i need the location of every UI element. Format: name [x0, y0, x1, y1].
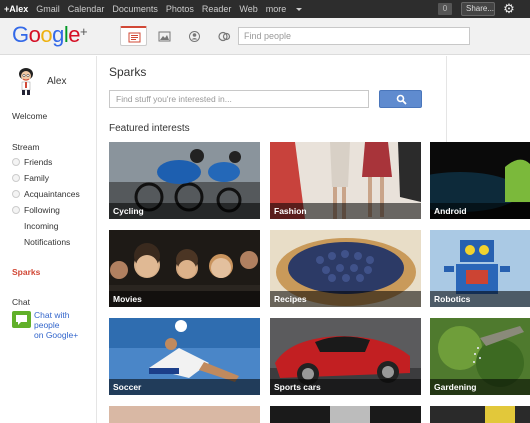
- featured-interests-heading: Featured interests: [109, 123, 190, 134]
- sidebar-item-sparks[interactable]: Sparks: [12, 267, 40, 277]
- sidebar-item-following[interactable]: Following: [12, 205, 60, 215]
- photo-icon: [158, 31, 171, 42]
- google-plus-logo[interactable]: Google+: [12, 22, 88, 48]
- interest-label: Gardening: [430, 379, 530, 395]
- search-icon: [396, 94, 407, 105]
- circle-icon: [12, 158, 20, 166]
- user-name[interactable]: Alex: [47, 76, 66, 87]
- partial-photo: [430, 406, 530, 423]
- interest-label: Recipes: [270, 291, 421, 307]
- sidebar-item-friends[interactable]: Friends: [12, 157, 52, 167]
- chat-with-people-link[interactable]: Chat with people on Google+: [34, 310, 96, 340]
- gear-icon[interactable]: ⚙: [502, 2, 516, 16]
- top-link-documents[interactable]: Documents: [112, 4, 158, 14]
- sparks-search-button[interactable]: [379, 90, 422, 108]
- tab-home[interactable]: [120, 26, 147, 46]
- top-link-calendar[interactable]: Calendar: [68, 4, 105, 14]
- partial-photo: [109, 406, 260, 423]
- interest-tile-partial[interactable]: [270, 406, 421, 423]
- sidebar-item-label: Family: [24, 173, 50, 183]
- interest-label: Cycling: [109, 203, 260, 219]
- interest-label: Fashion: [270, 203, 421, 219]
- interest-tile-cycling[interactable]: Cycling: [109, 142, 260, 219]
- right-column: [446, 56, 530, 146]
- sidebar-item-label: Following: [24, 205, 60, 215]
- interest-label: Robotics: [430, 291, 530, 307]
- interest-label: Android: [430, 203, 530, 219]
- main-nav-tabs: [120, 26, 240, 46]
- tab-profile[interactable]: [180, 26, 207, 46]
- chat-cta-line2: on Google+: [34, 330, 79, 340]
- sidebar-item-label: Friends: [24, 157, 53, 167]
- top-link-photos[interactable]: Photos: [166, 4, 194, 14]
- left-sidebar: Alex Welcome Stream Friends Family Acqua…: [0, 56, 97, 423]
- sparks-search[interactable]: [109, 90, 369, 108]
- chat-heading: Chat: [12, 297, 30, 307]
- interest-tile-partial[interactable]: [430, 406, 530, 423]
- top-link-reader[interactable]: Reader: [202, 4, 232, 14]
- top-link-profile[interactable]: +Alex: [4, 4, 28, 14]
- tab-circles[interactable]: [210, 26, 237, 46]
- interest-tile-robotics[interactable]: Robotics: [430, 230, 530, 307]
- circles-icon: [218, 31, 231, 42]
- stream-link[interactable]: Stream: [12, 142, 39, 152]
- profile-icon: [189, 31, 200, 42]
- avatar-cartoon-icon: [19, 68, 33, 95]
- sidebar-item-notifications[interactable]: Notifications: [24, 237, 70, 247]
- notification-count-badge[interactable]: 0: [438, 3, 452, 15]
- home-icon: [128, 32, 141, 43]
- interest-label: Movies: [109, 291, 260, 307]
- interest-tile-fashion[interactable]: Fashion: [270, 142, 421, 219]
- interest-tile-gardening[interactable]: Gardening: [430, 318, 530, 395]
- top-nav-links: +Alex Gmail Calendar Documents Photos Re…: [4, 0, 310, 18]
- interest-tile-movies[interactable]: Movies: [109, 230, 260, 307]
- interest-tile-sports-cars[interactable]: Sports cars: [270, 318, 421, 395]
- more-label: more: [265, 4, 287, 14]
- share-button[interactable]: Share...: [461, 2, 495, 16]
- sidebar-item-family[interactable]: Family: [12, 173, 49, 183]
- interest-tile-android[interactable]: Android: [430, 142, 530, 219]
- sidebar-item-acquaintances[interactable]: Acquaintances: [12, 189, 80, 199]
- top-nav-bar: +Alex Gmail Calendar Documents Photos Re…: [0, 0, 530, 18]
- top-link-gmail[interactable]: Gmail: [36, 4, 60, 14]
- interest-tile-soccer[interactable]: Soccer: [109, 318, 260, 395]
- top-link-web[interactable]: Web: [239, 4, 257, 14]
- chat-bubble-glyph: [16, 315, 27, 325]
- find-people-search[interactable]: [238, 27, 470, 45]
- header-bar: Google+: [0, 18, 530, 55]
- chevron-down-icon: [296, 8, 303, 12]
- sidebar-item-label: Acquaintances: [24, 189, 80, 199]
- top-link-more[interactable]: more: [266, 4, 303, 14]
- partial-photo: [270, 406, 421, 423]
- avatar[interactable]: [13, 66, 39, 96]
- chat-cta-line1: Chat with people: [34, 310, 70, 330]
- circle-icon: [12, 174, 20, 182]
- interest-tile-partial[interactable]: [109, 406, 260, 423]
- circle-icon: [12, 206, 20, 214]
- page-title: Sparks: [109, 65, 147, 79]
- circle-icon: [12, 190, 20, 198]
- tab-photos[interactable]: [150, 26, 177, 46]
- find-people-input[interactable]: [239, 28, 469, 44]
- sidebar-item-incoming[interactable]: Incoming: [24, 221, 59, 231]
- interest-tile-recipes[interactable]: Recipes: [270, 230, 421, 307]
- welcome-link[interactable]: Welcome: [12, 111, 47, 121]
- interest-label: Soccer: [109, 379, 260, 395]
- sparks-search-input[interactable]: [110, 91, 368, 107]
- chat-bubble-icon[interactable]: [12, 311, 31, 328]
- interest-label: Sports cars: [270, 379, 421, 395]
